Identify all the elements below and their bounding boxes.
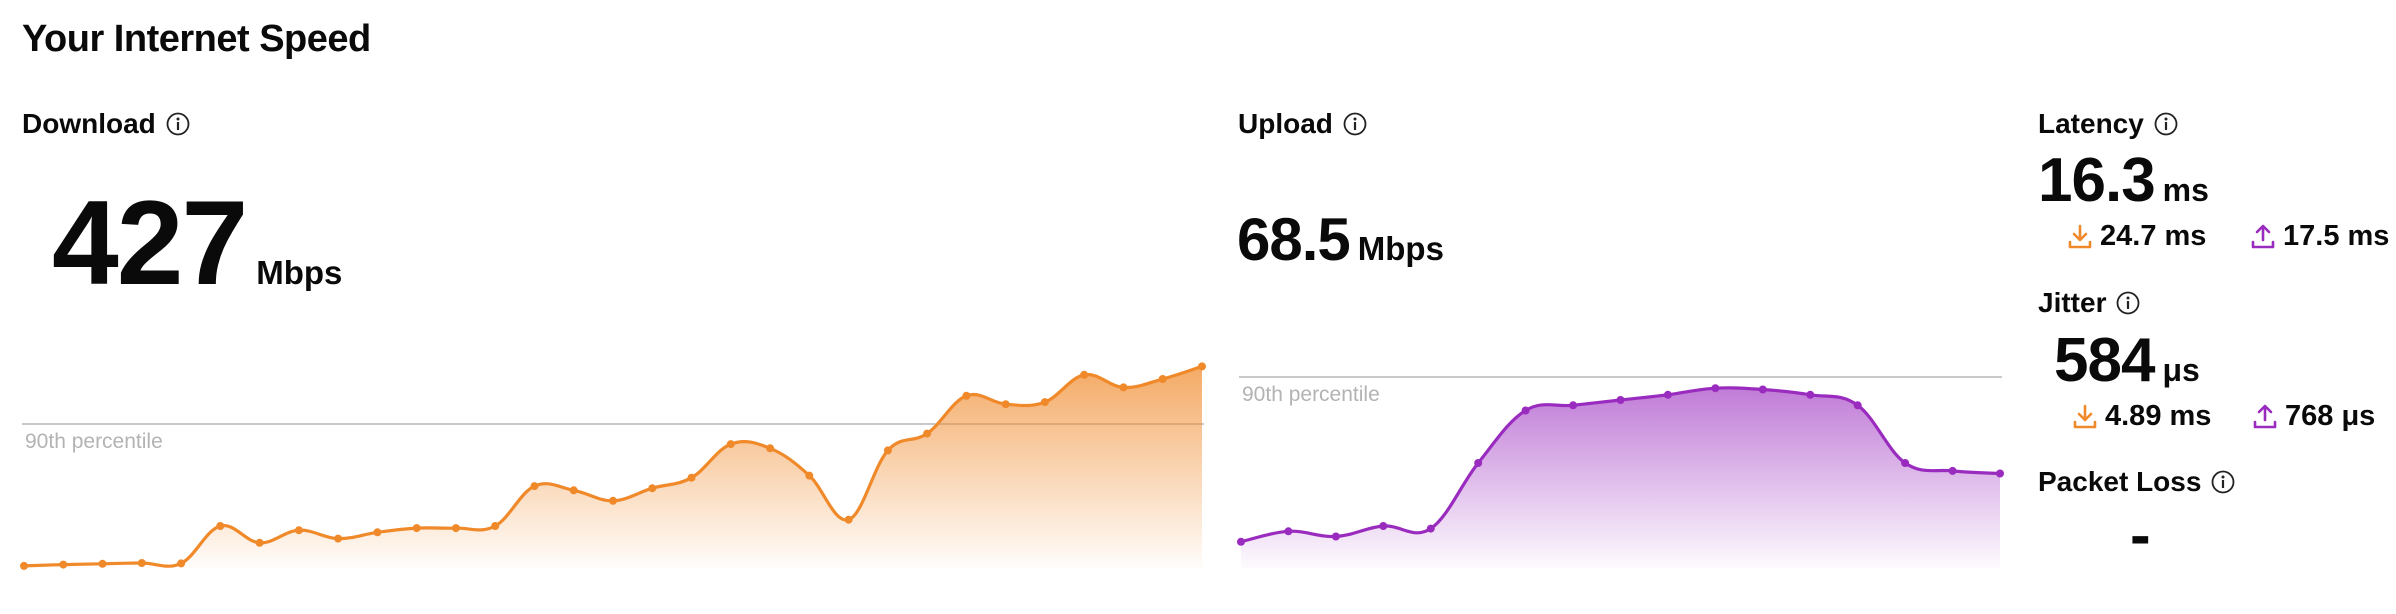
download-data-point <box>177 559 186 568</box>
download-chart: 90th percentile <box>20 362 1206 570</box>
latency-download: 24.7 ms <box>2068 220 2206 253</box>
download-data-point <box>216 522 225 530</box>
info-icon[interactable] <box>2211 470 2235 494</box>
download-data-point <box>726 440 735 449</box>
download-data-point <box>1198 362 1206 371</box>
upload-data-point <box>1237 537 1245 546</box>
download-data-point <box>491 522 500 530</box>
upload-data-point <box>1758 385 1767 394</box>
download-unit: Mbps <box>256 254 343 291</box>
download-icon <box>2068 224 2092 248</box>
download-data-point <box>59 560 68 569</box>
jitter-value: 584 <box>2054 326 2155 395</box>
upload-data-point <box>1853 401 1862 410</box>
upload-data-point <box>1663 390 1672 399</box>
download-data-point <box>98 559 107 568</box>
jitter-download: 4.89 ms <box>2073 400 2211 433</box>
upload-percentile-label: 90th percentile <box>1242 383 1380 406</box>
download-data-point <box>20 561 28 570</box>
info-icon[interactable] <box>1343 112 1367 136</box>
upload-chart: 90th percentile <box>1237 376 2004 568</box>
packet-loss-header: Packet Loss <box>2038 466 2235 498</box>
download-area <box>24 366 1202 568</box>
latency-unit: ms <box>2162 172 2209 208</box>
download-data-point <box>1001 400 1010 409</box>
download-value-group: 427 Mbps <box>52 183 342 303</box>
download-data-point <box>255 538 264 547</box>
download-value: 427 <box>52 176 248 310</box>
upload-area <box>1241 387 2000 568</box>
upload-data-point <box>1284 527 1293 536</box>
download-data-point <box>687 473 696 482</box>
download-data-point <box>609 496 617 505</box>
download-percentile-label: 90th percentile <box>25 430 163 453</box>
upload-data-point <box>1379 522 1388 530</box>
latency-upload-value: 17.5 ms <box>2283 220 2390 252</box>
upload-data-point <box>1616 396 1625 404</box>
packet-loss-label: Packet Loss <box>2038 466 2202 497</box>
jitter-download-value: 4.89 ms <box>2105 400 2212 432</box>
upload-data-point <box>1569 401 1578 410</box>
upload-value-group: 68.5 Mbps <box>1237 210 1444 270</box>
download-data-point <box>1158 375 1167 383</box>
latency-value: 16.3 <box>2038 146 2156 215</box>
jitter-value-group: 584 μs <box>2054 330 2200 392</box>
upload-data-point <box>1806 390 1815 399</box>
upload-label: Upload <box>1238 108 1333 139</box>
download-data-point <box>334 534 343 543</box>
upload-data-point <box>1521 406 1530 415</box>
download-data-point <box>412 524 421 533</box>
info-icon[interactable] <box>2116 291 2140 315</box>
jitter-upload-value: 768 μs <box>2285 400 2376 432</box>
page-title: Your Internet Speed <box>22 18 371 60</box>
download-data-point <box>1080 370 1089 379</box>
jitter-label: Jitter <box>2038 287 2107 318</box>
download-data-point <box>766 444 775 453</box>
upload-data-point <box>1474 459 1483 467</box>
download-data-point <box>451 524 460 533</box>
upload-data-point <box>1331 532 1340 541</box>
upload-icon <box>2253 404 2277 428</box>
latency-download-value: 24.7 ms <box>2100 220 2207 252</box>
packet-loss-value: - <box>2130 501 2151 570</box>
download-data-point <box>1119 383 1128 392</box>
info-icon[interactable] <box>166 112 190 136</box>
latency-header: Latency <box>2038 108 2178 140</box>
download-label: Download <box>22 108 156 139</box>
download-data-point <box>844 515 853 524</box>
download-data-point <box>923 429 932 438</box>
upload-data-point <box>1948 466 1957 475</box>
upload-data-point <box>1901 459 1910 467</box>
download-data-point <box>962 391 971 400</box>
download-data-point <box>1040 398 1049 407</box>
upload-header: Upload <box>1238 108 1367 140</box>
jitter-upload: 768 μs <box>2253 400 2375 433</box>
upload-icon <box>2251 224 2275 248</box>
download-data-point <box>648 484 657 493</box>
latency-value-group: 16.3 ms <box>2038 150 2209 212</box>
jitter-unit: μs <box>2162 352 2200 388</box>
latency-upload: 17.5 ms <box>2251 220 2389 253</box>
download-header: Download <box>22 108 190 140</box>
download-data-point <box>530 482 539 491</box>
info-icon[interactable] <box>2154 112 2178 136</box>
upload-value: 68.5 <box>1237 206 1351 273</box>
download-data-point <box>294 526 303 535</box>
download-icon <box>2073 404 2097 428</box>
upload-data-point <box>1996 469 2004 478</box>
download-data-point <box>805 471 814 480</box>
download-data-point <box>569 486 578 495</box>
upload-data-point <box>1711 384 1720 393</box>
download-data-point <box>883 446 892 455</box>
download-data-point <box>137 559 146 567</box>
upload-data-point <box>1426 524 1435 533</box>
upload-unit: Mbps <box>1357 230 1444 267</box>
jitter-header: Jitter <box>2038 287 2140 319</box>
download-data-point <box>373 528 382 537</box>
latency-label: Latency <box>2038 108 2144 139</box>
